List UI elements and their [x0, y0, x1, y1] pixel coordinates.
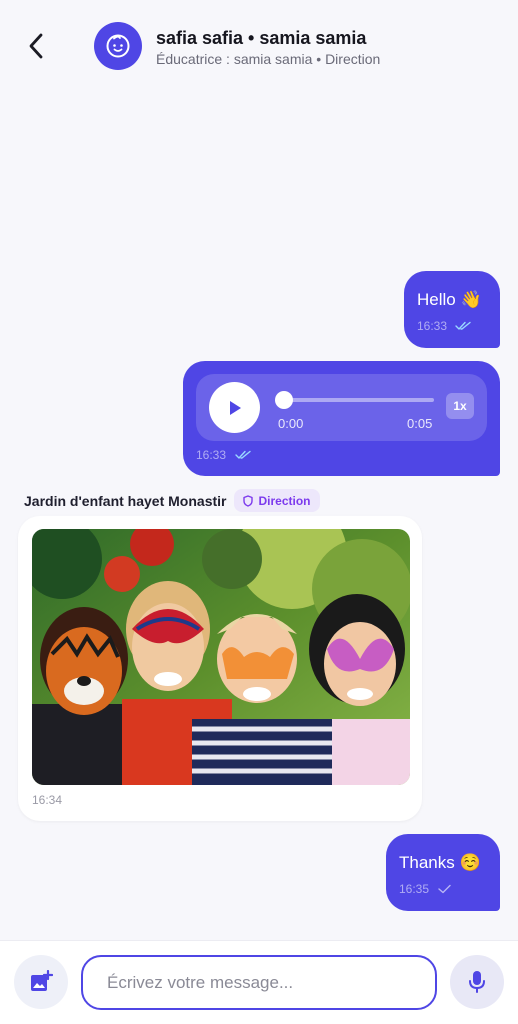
message-input[interactable] — [81, 955, 437, 1010]
message-bubble-outgoing[interactable]: Thanks ☺️ 16:35 — [386, 834, 500, 911]
children-face-paint-photo[interactable] — [32, 529, 410, 785]
sender-name: Jardin d'enfant hayet Monastir — [24, 492, 227, 509]
composer-bar — [0, 940, 518, 1024]
playback-speed-button[interactable]: 1x — [446, 393, 474, 419]
message-time: 16:34 — [32, 793, 63, 807]
role-label: Direction — [258, 493, 311, 508]
chat-subtitle: Éducatrice : samia samia • Direction — [156, 51, 381, 67]
role-badge: Direction — [234, 489, 320, 512]
voice-record-button[interactable] — [450, 955, 504, 1009]
message-time: 16:35 — [399, 882, 430, 896]
add-photo-icon — [31, 970, 53, 991]
chat-header: safia safia • samia samia Éducatrice : s… — [0, 0, 518, 86]
message-text: Hello 👋 — [417, 290, 482, 309]
message-time: 16:33 — [196, 448, 227, 462]
audio-progress-handle[interactable] — [275, 391, 293, 409]
microphone-icon — [469, 971, 485, 993]
play-icon — [229, 400, 241, 415]
single-check-icon — [438, 884, 451, 894]
voice-message-bubble: 0:00 0:05 1x 16:33 — [183, 361, 500, 476]
chevron-left-icon — [29, 33, 43, 59]
message-bubble-incoming: 16:34 — [18, 516, 422, 821]
message-text: Thanks ☺️ — [399, 853, 481, 872]
audio-duration: 0:05 — [407, 416, 433, 431]
double-check-icon — [235, 450, 251, 459]
audio-progress-track[interactable] — [285, 398, 434, 402]
attach-photo-button[interactable] — [14, 955, 68, 1009]
play-button[interactable] — [209, 382, 260, 433]
baby-face-icon — [106, 34, 130, 58]
sender-row: Jardin d'enfant hayet Monastir Direction — [24, 489, 320, 512]
audio-player: 0:00 0:05 1x — [196, 374, 487, 441]
avatar[interactable] — [94, 22, 142, 70]
chat-title: safia safia • samia samia — [156, 28, 367, 48]
audio-current-time: 0:00 — [278, 416, 304, 431]
double-check-icon — [455, 321, 471, 330]
photo-illustration — [32, 529, 410, 785]
message-bubble-outgoing[interactable]: Hello 👋 16:33 — [404, 271, 500, 348]
message-time: 16:33 — [417, 319, 448, 333]
shield-icon — [243, 494, 254, 507]
back-button[interactable] — [22, 30, 50, 62]
